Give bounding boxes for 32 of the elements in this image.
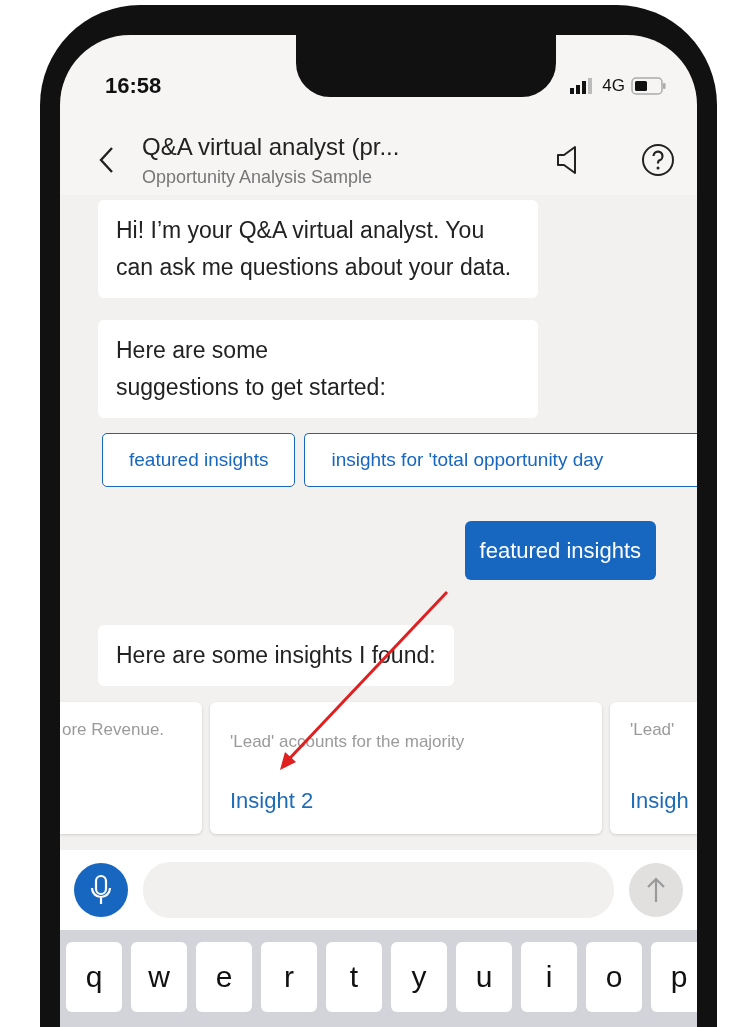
microphone-button[interactable] [74, 863, 128, 917]
chat-subtitle: Opportunity Analysis Sample [142, 166, 374, 188]
keyboard-key[interactable]: q [66, 942, 122, 1012]
help-button[interactable] [641, 143, 675, 177]
arrow-up-icon [646, 876, 666, 904]
user-message: featured insights [464, 521, 656, 580]
keyboard-key[interactable]: r [261, 942, 317, 1012]
microphone-icon [90, 874, 112, 906]
speaker-button[interactable] [555, 145, 579, 175]
suggestion-chip[interactable]: featured insights [102, 433, 296, 487]
keyboard-key[interactable]: o [586, 942, 642, 1012]
keyboard-key[interactable]: p [651, 942, 697, 1012]
insight-card[interactable]: 'Lead' Insigh [610, 702, 697, 834]
keyboard-key[interactable]: w [131, 942, 187, 1012]
bot-message: Here are some suggestions to get started: [98, 320, 538, 418]
bot-message: Hi! I’m your Q&A virtual analyst. You can ask me questions about your data. [98, 200, 538, 298]
keyboard-key[interactable]: i [521, 942, 577, 1012]
insight-text: ore Revenue. [62, 720, 166, 740]
chat-title: Q&A virtual analyst (pr... [142, 132, 401, 161]
insight-link[interactable]: Insight 2 [230, 788, 602, 814]
suggestion-chip[interactable]: insights for 'total opportunity day [304, 433, 697, 487]
insight-link[interactable]: Insigh [630, 788, 697, 814]
back-button[interactable] [98, 146, 114, 174]
keyboard-key[interactable]: u [456, 942, 512, 1012]
insight-text: 'Lead' [630, 720, 676, 740]
keyboard-key[interactable]: y [391, 942, 447, 1012]
keyboard-key[interactable]: t [326, 942, 382, 1012]
network-label: 4G [602, 76, 625, 96]
send-button[interactable] [629, 863, 683, 917]
keyboard-key[interactable]: e [196, 942, 252, 1012]
battery-icon [631, 77, 667, 95]
status-time: 16:58 [105, 73, 162, 99]
